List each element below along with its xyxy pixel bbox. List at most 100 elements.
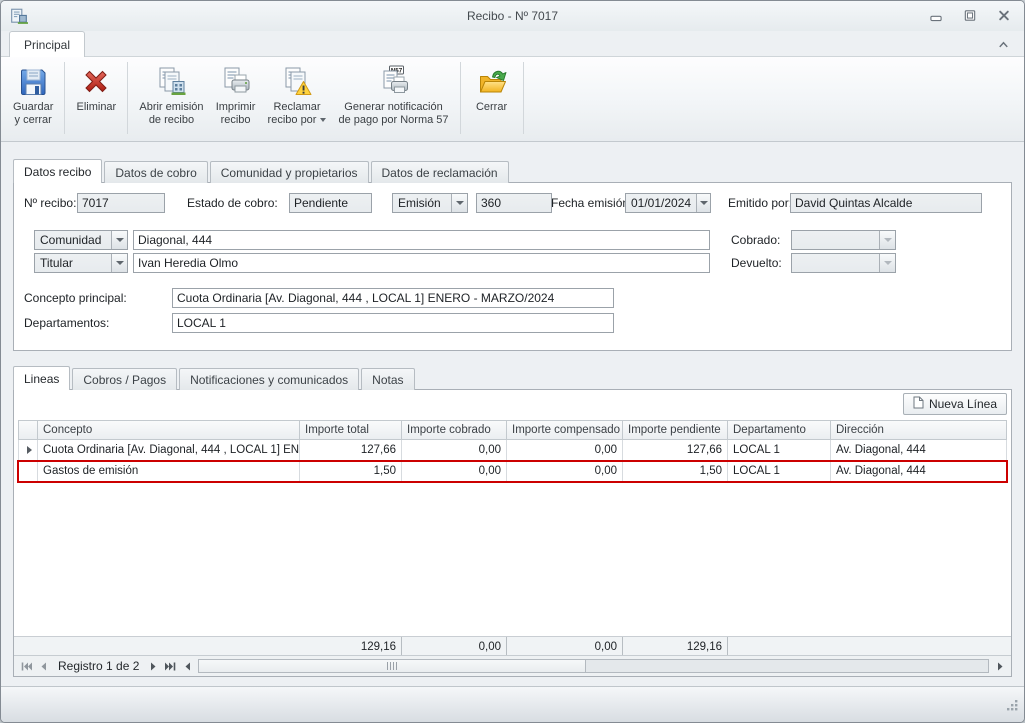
- close-form-button[interactable]: Cerrar: [466, 59, 518, 137]
- col-concepto[interactable]: Concepto: [38, 420, 300, 440]
- no-recibo-field[interactable]: 7017: [77, 193, 165, 213]
- combo-arrow-icon: [879, 231, 895, 249]
- cell-importe-pendiente[interactable]: 127,66: [623, 440, 728, 461]
- departamentos-label: Departamentos:: [24, 316, 109, 330]
- total-importe-total: 129,16: [300, 637, 402, 656]
- open-receipt-emission-icon: [154, 65, 188, 101]
- ribbon-tab-principal[interactable]: Principal: [9, 31, 85, 57]
- cell-concepto[interactable]: Cuota Ordinaria [Av. Diagonal, 444 , LOC…: [38, 440, 300, 461]
- resize-grip[interactable]: [1006, 699, 1019, 717]
- cell-departamento[interactable]: LOCAL 1: [728, 440, 831, 461]
- row-selector-cell[interactable]: [18, 440, 38, 461]
- concepto-principal-field[interactable]: Cuota Ordinaria [Av. Diagonal, 444 , LOC…: [172, 288, 614, 308]
- restore-button[interactable]: [958, 6, 982, 24]
- print-receipt-button[interactable]: Imprimir recibo: [210, 59, 262, 137]
- cell-importe-cobrado[interactable]: 0,00: [402, 461, 507, 482]
- no-recibo-label: Nº recibo:: [24, 196, 76, 210]
- estado-cobro-label: Estado de cobro:: [187, 196, 278, 210]
- emision-dias-field[interactable]: 360: [476, 193, 552, 213]
- scroll-right-button[interactable]: [991, 658, 1008, 674]
- tab-datos-recibo[interactable]: Datos recibo: [13, 159, 102, 183]
- ribbon-collapse-icon[interactable]: [996, 38, 1012, 52]
- emitido-por-field[interactable]: David Quintas Alcalde: [790, 193, 982, 213]
- tab-lineas[interactable]: Lineas: [13, 366, 70, 390]
- col-departamento[interactable]: Departamento: [728, 420, 831, 440]
- cell-direccion[interactable]: Av. Diagonal, 444: [831, 440, 1007, 461]
- cobrado-picker[interactable]: [791, 230, 896, 250]
- new-line-button[interactable]: Nueva Línea: [903, 393, 1007, 415]
- col-importe-compensado[interactable]: Importe compensado: [507, 420, 623, 440]
- last-record-button[interactable]: [162, 658, 179, 674]
- delete-button[interactable]: Eliminar: [70, 59, 122, 137]
- tab-notas[interactable]: Notas: [361, 368, 414, 390]
- titular-field[interactable]: Ivan Heredia Olmo: [133, 253, 710, 273]
- receipt-data-panel: Nº recibo: 7017 Estado de cobro: Pendien…: [13, 182, 1012, 351]
- cell-importe-total[interactable]: 1,50: [300, 461, 402, 482]
- cell-importe-pendiente[interactable]: 1,50: [623, 461, 728, 482]
- save-and-close-button[interactable]: Guardar y cerrar: [7, 59, 59, 137]
- emision-combo[interactable]: Emisión: [392, 193, 468, 213]
- claim-receipt-dropdown-button[interactable]: Reclamar recibo por: [262, 59, 333, 137]
- tab-datos-de-cobro[interactable]: Datos de cobro: [104, 161, 207, 183]
- lines-grid: Concepto Importe total Importe cobrado I…: [18, 420, 1007, 482]
- titular-type-combo[interactable]: Titular: [34, 253, 128, 273]
- comunidad-type-combo[interactable]: Comunidad: [34, 230, 128, 250]
- lines-panel: Nueva Línea Concepto Importe total Impor…: [13, 389, 1012, 677]
- next-record-button[interactable]: [145, 658, 162, 674]
- close-folder-icon: [475, 65, 509, 101]
- col-importe-pendiente[interactable]: Importe pendiente: [623, 420, 728, 440]
- tab-datos-de-reclamacion[interactable]: Datos de reclamación: [371, 161, 509, 183]
- previous-record-button[interactable]: [35, 658, 52, 674]
- norma57-print-icon: N57: [377, 65, 411, 101]
- total-importe-compensado: 0,00: [507, 637, 623, 656]
- fecha-emision-picker[interactable]: 01/01/2024: [625, 193, 711, 213]
- cell-direccion[interactable]: Av. Diagonal, 444: [831, 461, 1007, 482]
- combo-arrow-icon[interactable]: [696, 194, 710, 212]
- combo-arrow-icon[interactable]: [451, 194, 467, 212]
- scroll-left-button[interactable]: [179, 658, 196, 674]
- cell-concepto[interactable]: Gastos de emisión: [38, 461, 300, 482]
- window-title: Recibo - Nº 7017: [1, 9, 1024, 23]
- cell-importe-compensado[interactable]: 0,00: [507, 440, 623, 461]
- ribbon-separator: [127, 62, 128, 134]
- cell-importe-compensado[interactable]: 0,00: [507, 461, 623, 482]
- current-row-arrow-icon: [27, 446, 32, 454]
- lines-tabstrip: Lineas Cobros / Pagos Notificaciones y c…: [13, 366, 417, 390]
- estado-cobro-field[interactable]: Pendiente: [289, 193, 372, 213]
- cell-importe-total[interactable]: 127,66: [300, 440, 402, 461]
- tab-comunidad-y-propietarios[interactable]: Comunidad y propietarios: [210, 161, 369, 183]
- comunidad-field[interactable]: Diagonal, 444: [133, 230, 710, 250]
- first-record-button[interactable]: [18, 658, 35, 674]
- ribbon: Guardar y cerrar Eliminar: [1, 56, 1024, 142]
- generate-norma57-notification-button[interactable]: N57 Generar notificación de pago por Nor…: [332, 59, 454, 137]
- open-receipt-emission-button[interactable]: Abrir emisión de recibo: [133, 59, 209, 137]
- devuelto-label: Devuelto:: [731, 256, 782, 270]
- close-button[interactable]: [992, 6, 1016, 24]
- tab-notificaciones[interactable]: Notificaciones y comunicados: [179, 368, 359, 390]
- col-direccion[interactable]: Dirección: [831, 420, 1007, 440]
- row-selector-header: [18, 420, 38, 440]
- combo-arrow-icon: [879, 254, 895, 272]
- grid-footer-totals: 129,16 0,00 0,00 129,16: [14, 636, 1011, 657]
- table-row-highlighted[interactable]: Gastos de emisión 1,50 0,00 0,00 1,50 LO…: [18, 461, 1007, 482]
- col-importe-total[interactable]: Importe total: [300, 420, 402, 440]
- horizontal-scrollbar-thumb[interactable]: [199, 660, 585, 672]
- cell-departamento[interactable]: LOCAL 1: [728, 461, 831, 482]
- combo-arrow-icon[interactable]: [111, 254, 127, 272]
- concepto-principal-label: Concepto principal:: [24, 291, 127, 305]
- dropdown-arrow-icon: [320, 118, 326, 122]
- tab-cobros-pagos[interactable]: Cobros / Pagos: [72, 368, 177, 390]
- row-selector-cell[interactable]: [18, 461, 38, 482]
- print-receipt-icon: [219, 65, 253, 101]
- departamentos-field[interactable]: LOCAL 1: [172, 313, 614, 333]
- col-importe-cobrado[interactable]: Importe cobrado: [402, 420, 507, 440]
- devuelto-picker[interactable]: [791, 253, 896, 273]
- cell-importe-cobrado[interactable]: 0,00: [402, 440, 507, 461]
- cobrado-label: Cobrado:: [731, 233, 780, 247]
- status-bar: [1, 686, 1024, 722]
- table-row[interactable]: Cuota Ordinaria [Av. Diagonal, 444 , LOC…: [18, 440, 1007, 461]
- combo-arrow-icon[interactable]: [111, 231, 127, 249]
- minimize-button[interactable]: [924, 6, 948, 24]
- grid-header-row: Concepto Importe total Importe cobrado I…: [18, 420, 1007, 440]
- horizontal-scrollbar[interactable]: [198, 659, 989, 673]
